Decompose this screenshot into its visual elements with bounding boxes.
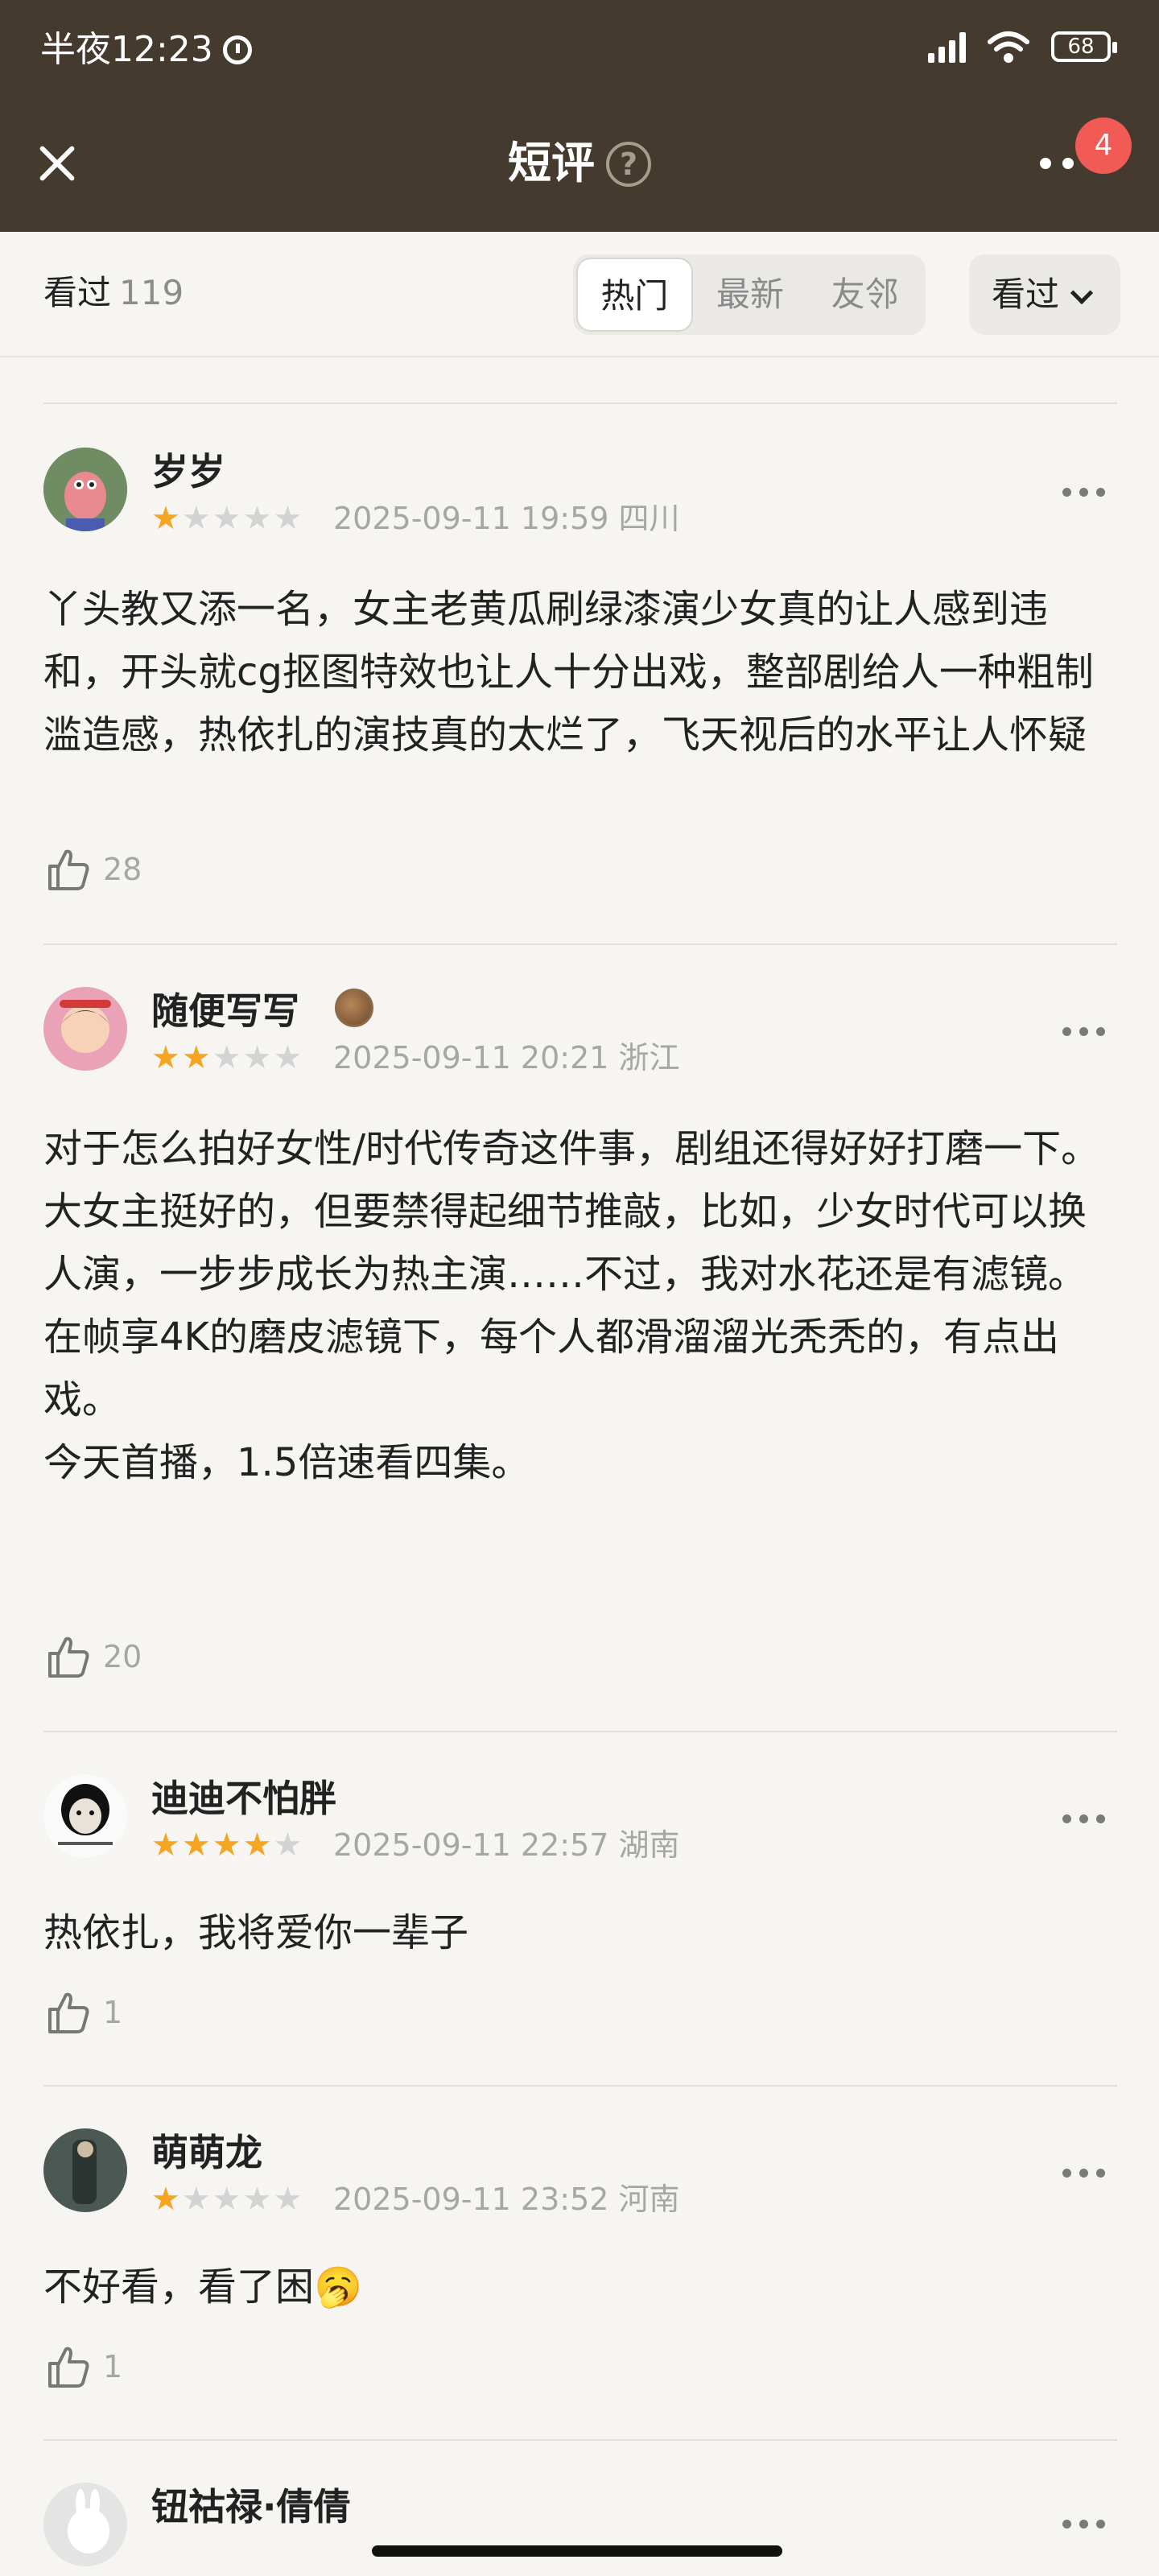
battery-level: 68: [1067, 35, 1095, 59]
seen-label: 看过: [43, 273, 112, 312]
star-filled-icon: ★: [151, 2181, 180, 2218]
alarm-clock-icon: [222, 35, 252, 64]
like-button[interactable]: 1: [43, 2343, 122, 2391]
star-empty-icon: ★: [242, 2181, 272, 2218]
wifi-icon: [988, 31, 1029, 63]
review-date: 2025-09-11 22:57: [333, 1827, 609, 1863]
rating-stars: ★ ★ ★ ★ ★: [151, 501, 302, 536]
like-count: 1: [103, 2349, 123, 2384]
star-empty-icon: ★: [273, 1827, 303, 1864]
avatar[interactable]: [43, 2128, 127, 2212]
review-more-icon[interactable]: [1062, 1814, 1105, 1823]
like-button[interactable]: 1: [43, 1988, 122, 2037]
like-count: 1: [103, 1995, 123, 2030]
seen-number: 119: [119, 273, 184, 312]
review-meta: 2025-09-11 22:57 湖南: [333, 1827, 680, 1863]
tab-friends[interactable]: 友邻: [807, 258, 922, 332]
review-text: 热依扎，我将爱你一辈子: [43, 1910, 469, 1955]
avatar[interactable]: [43, 987, 127, 1071]
avatar[interactable]: [43, 2483, 127, 2566]
star-empty-icon: ★: [212, 1039, 241, 1076]
review-date: 2025-09-11 20:21: [333, 1040, 609, 1075]
review-meta: 2025-09-11 19:59 四川: [333, 501, 680, 536]
review-date: 2025-09-11 23:52: [333, 2182, 609, 2217]
notification-badge: 4: [1075, 118, 1132, 174]
filter-bar: 看过 119 热门 最新 友邻 看过: [0, 232, 1159, 357]
status-dropdown-label: 看过: [992, 275, 1060, 314]
help-icon[interactable]: ?: [606, 142, 651, 187]
review-meta: 2025-09-11 23:52 河南: [333, 2182, 680, 2217]
star-filled-icon: ★: [151, 500, 180, 537]
divider: [43, 1731, 1117, 1732]
signal-icon: [928, 31, 966, 63]
review-more-icon[interactable]: [1062, 2169, 1105, 2178]
star-empty-icon: ★: [181, 500, 211, 537]
username[interactable]: 萌萌龙: [151, 2128, 262, 2177]
app-header: 半夜12:23 68 短评? 4: [0, 0, 1159, 232]
star-empty-icon: ★: [273, 500, 303, 537]
chevron-down-icon: [1070, 281, 1094, 305]
star-filled-icon: ★: [212, 1827, 241, 1864]
status-icons: 68: [928, 29, 1117, 64]
review-text: 对于怎么拍好女性/时代传奇这件事，剧组还得好好打磨一下。 大女主挺好的，但要禁得…: [43, 1126, 1100, 1485]
medal-icon: [335, 989, 373, 1027]
star-filled-icon: ★: [151, 1039, 180, 1076]
seen-count: 看过 119: [43, 270, 184, 316]
review-location: 浙江: [618, 1040, 680, 1075]
tab-latest[interactable]: 最新: [693, 258, 808, 332]
review-more-icon[interactable]: [1062, 2520, 1105, 2529]
thumbs-up-icon: [48, 2347, 89, 2388]
star-empty-icon: ★: [273, 1039, 303, 1076]
username[interactable]: 迪迪不怕胖: [151, 1774, 336, 1823]
avatar[interactable]: [43, 1774, 127, 1858]
review-more-icon[interactable]: [1062, 488, 1105, 497]
status-time: 半夜12:23: [40, 27, 252, 72]
username[interactable]: 岁岁: [151, 448, 225, 496]
like-button[interactable]: 20: [43, 1633, 142, 1681]
star-filled-icon: ★: [151, 1827, 180, 1864]
username[interactable]: 随便写写: [151, 987, 299, 1035]
star-empty-icon: ★: [273, 2181, 303, 2218]
review-meta: 2025-09-11 20:21 浙江: [333, 1040, 680, 1075]
like-button[interactable]: 28: [43, 845, 142, 894]
divider: [43, 2085, 1117, 2087]
star-filled-icon: ★: [181, 1827, 211, 1864]
review-date: 2025-09-11 19:59: [333, 501, 609, 536]
battery-icon: 68: [1051, 31, 1117, 62]
divider: [43, 402, 1117, 404]
star-empty-icon: ★: [242, 500, 272, 537]
like-count: 20: [103, 1639, 142, 1674]
tab-hot[interactable]: 热门: [576, 258, 693, 332]
thumbs-up-icon: [48, 1992, 89, 2033]
thumbs-up-icon: [48, 1637, 89, 1678]
star-empty-icon: ★: [181, 2181, 211, 2218]
username[interactable]: 钮祜禄·倩倩: [151, 2483, 350, 2531]
rating-stars: ★ ★ ★ ★ ★: [151, 2182, 302, 2217]
review-text: 丫头教又添一名，女主老黄瓜刷绿漆演少女真的让人感到违和，开头就cg抠图特效也让人…: [43, 587, 1094, 758]
home-indicator[interactable]: [372, 2545, 782, 2557]
review-text: 不好看，看了困🥱: [43, 2264, 362, 2310]
sort-tabs: 热门 最新 友邻: [573, 254, 926, 335]
star-filled-icon: ★: [181, 1039, 211, 1076]
divider: [43, 2439, 1117, 2441]
star-empty-icon: ★: [212, 2181, 241, 2218]
status-dropdown[interactable]: 看过: [969, 254, 1120, 335]
review-more-icon[interactable]: [1062, 1027, 1105, 1036]
star-empty-icon: ★: [242, 1039, 272, 1076]
status-time-label: 半夜12:23: [40, 29, 213, 70]
avatar[interactable]: [43, 448, 127, 531]
review-location: 湖南: [618, 1827, 680, 1863]
page-title: 短评?: [0, 135, 1159, 192]
thumbs-up-icon: [48, 849, 89, 890]
review-location: 四川: [618, 501, 680, 536]
star-filled-icon: ★: [242, 1827, 272, 1864]
rating-stars: ★ ★ ★ ★ ★: [151, 1827, 302, 1863]
star-empty-icon: ★: [212, 500, 241, 537]
page-title-text: 短评: [508, 138, 595, 188]
like-count: 28: [103, 852, 142, 887]
divider: [43, 943, 1117, 945]
review-location: 河南: [618, 2182, 680, 2217]
rating-stars: ★ ★ ★ ★ ★: [151, 1040, 302, 1075]
